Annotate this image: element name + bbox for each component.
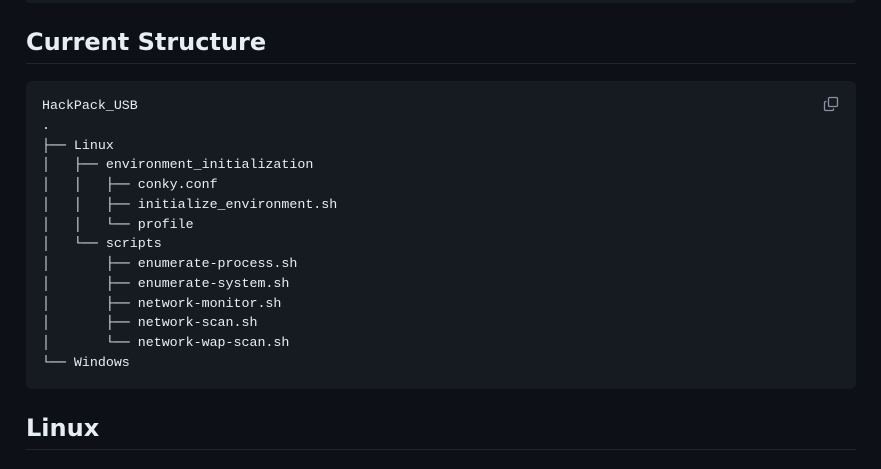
code-line: │ │ └── profile [42,216,194,232]
code-content: HackPack_USB. ├── Linux │ ├── environment_… [42,96,337,373]
code-line: └── Windows [42,354,130,370]
code-line: │ │ ├── initialize_environment.sh [42,196,338,212]
code-line: │ └── scripts [42,236,162,252]
code-line: │ ├── network-scan.sh [42,315,258,331]
code-line: │ │ ├── conky.conf [42,177,218,192]
previous-code-block-edge [26,0,856,3]
code-line: HackPack_USB [42,98,138,113]
copy-button[interactable] [820,93,842,115]
code-line: │ ├── enumerate-system.sh [42,275,290,291]
section-heading-current-structure: Current Structure [26,27,856,64]
code-line: │ ├── environment_initialization [42,157,314,173]
code-line: ├── Linux [42,137,114,153]
section-heading-linux: Linux [26,413,856,450]
code-line: │ └── network-wap-scan.sh [42,335,290,350]
code-line: . [42,117,50,133]
copy-icon [823,96,839,112]
code-block: HackPack_USB. ├── Linux │ ├── environment_… [26,81,856,389]
code-line: │ ├── enumerate-process.sh [42,256,298,271]
code-line: │ ├── network-monitor.sh [42,295,282,311]
